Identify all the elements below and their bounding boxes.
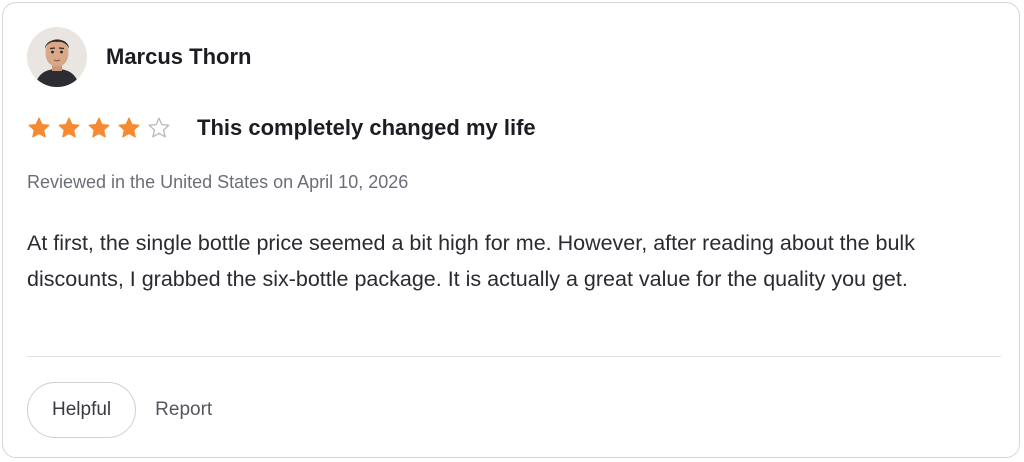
report-link[interactable]: Report [155, 399, 212, 421]
star-filled-icon [117, 116, 141, 140]
star-rating [27, 116, 177, 140]
star-filled-icon [87, 116, 111, 140]
rating-row: This completely changed my life [27, 115, 536, 141]
divider [27, 356, 1001, 357]
review-header: Marcus Thorn [27, 27, 251, 87]
avatar [27, 27, 87, 87]
review-body: At first, the single bottle price seemed… [27, 231, 915, 291]
helpful-button[interactable]: Helpful [27, 382, 137, 438]
star-filled-icon [57, 116, 81, 140]
star-filled-icon [27, 116, 51, 140]
star-empty-icon [147, 116, 171, 140]
review-title: This completely changed my life [197, 115, 536, 140]
review-card: Marcus Thorn This completely changed my … [2, 2, 1020, 458]
review-meta: Reviewed in the United States on April 1… [27, 172, 409, 192]
author-name: Marcus Thorn [106, 44, 252, 69]
review-actions: Helpful Report [27, 382, 212, 438]
